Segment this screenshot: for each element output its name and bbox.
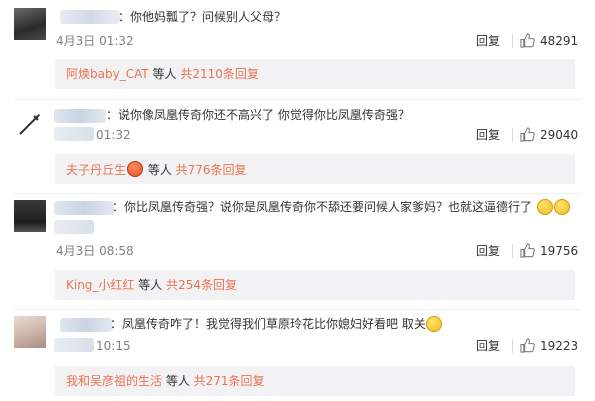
smile-emoji-icon <box>537 199 553 215</box>
comment-timestamp: 10:15 <box>96 339 131 353</box>
reply-middle-text: 等人 <box>134 278 167 292</box>
username-blurred <box>54 220 94 234</box>
reply-username[interactable]: 阿焕baby_CAT <box>66 67 149 81</box>
reply-summary[interactable]: 我和吴彦祖的生活 等人 共271条回复 <box>55 366 575 396</box>
comment-divider <box>14 309 581 310</box>
reply-summary[interactable]: 阿焕baby_CAT 等人 共2110条回复 <box>55 59 575 89</box>
thumbs-up-icon[interactable] <box>520 33 535 48</box>
smile-emoji-icon <box>426 316 442 332</box>
divider <box>512 128 513 142</box>
comment-divider <box>14 99 581 100</box>
avatar[interactable] <box>14 108 46 140</box>
divider <box>512 244 513 258</box>
reply-total-link[interactable]: 共271条回复 <box>194 374 265 388</box>
comment-timestamp: 01:32 <box>96 128 131 142</box>
reply-button[interactable]: 回复 <box>476 33 500 49</box>
avatar[interactable] <box>14 200 46 232</box>
username-blurred[interactable] <box>54 201 114 215</box>
reply-username[interactable]: 我和吴彦祖的生活 <box>66 374 162 388</box>
comment-timestamp: 4月3日 08:58 <box>56 244 134 258</box>
comment-text: ：凤凰传奇咋了！我觉得我们草原玲花比你媳妇好看吧 取关 <box>110 317 426 331</box>
thumbs-up-icon[interactable] <box>520 338 535 353</box>
username-blurred[interactable] <box>60 318 112 332</box>
avatar[interactable] <box>14 8 46 40</box>
like-count: 29040 <box>540 128 579 142</box>
heart-eyes-emoji-icon <box>127 161 144 177</box>
reply-button[interactable]: 回复 <box>476 127 500 143</box>
reply-summary[interactable]: 夫子丹丘生 等人 共776条回复 <box>55 154 575 184</box>
reply-middle-text: 等人 <box>162 374 194 388</box>
like-count: 19223 <box>540 339 579 353</box>
divider <box>512 339 513 353</box>
username-blurred <box>54 338 94 352</box>
comment-text: ：你比凤凰传奇强？说你是凤凰传奇你不舔还要问候人家爹妈？也就这逼德行了 <box>112 200 533 214</box>
reply-middle-text: 等人 <box>148 67 181 81</box>
reply-username[interactable]: 夫子丹丘生 <box>66 163 126 177</box>
reply-button[interactable]: 回复 <box>476 243 500 259</box>
comment-text: ：说你像凤凰传奇你还不高兴了 你觉得你比凤凰传奇强？ <box>106 108 410 122</box>
reply-total-link[interactable]: 共254条回复 <box>166 278 237 292</box>
comment-divider <box>14 193 581 194</box>
reply-summary[interactable]: King_小红红 等人 共254条回复 <box>55 270 575 300</box>
reply-middle-text: 等人 <box>144 163 176 177</box>
username-blurred[interactable] <box>60 10 120 24</box>
username-blurred[interactable] <box>54 109 106 123</box>
like-count: 48291 <box>540 34 579 48</box>
comment-text: ：你他妈瓢了？问候别人父母？ <box>118 10 287 24</box>
thumbs-up-icon[interactable] <box>520 127 535 142</box>
divider <box>512 34 513 48</box>
avatar[interactable] <box>14 316 46 348</box>
comment-timestamp: 4月3日 01:32 <box>56 34 134 48</box>
smile-emoji-icon <box>554 199 570 215</box>
reply-total-link[interactable]: 共776条回复 <box>176 163 247 177</box>
reply-username[interactable]: King_小红红 <box>66 278 134 292</box>
like-count: 19756 <box>540 244 579 258</box>
reply-total-link[interactable]: 共2110条回复 <box>180 67 259 81</box>
username-blurred <box>54 127 94 141</box>
thumbs-up-icon[interactable] <box>520 243 535 258</box>
reply-button[interactable]: 回复 <box>476 338 500 354</box>
